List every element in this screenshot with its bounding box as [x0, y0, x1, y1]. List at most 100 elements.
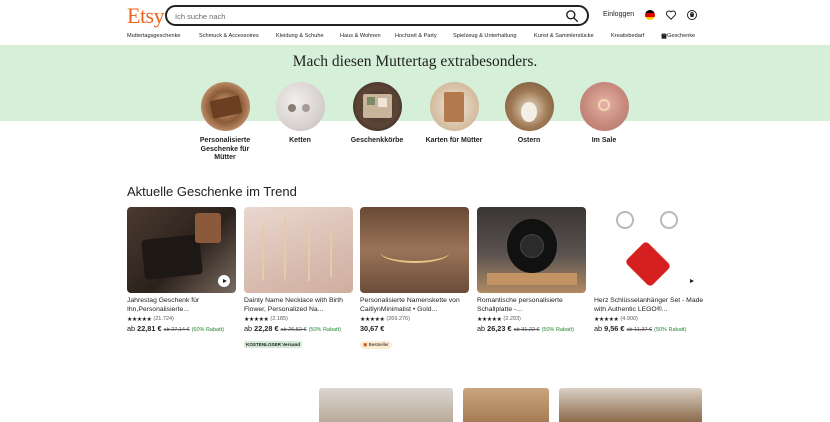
product-rating: ★★★★★ (2.185): [244, 315, 354, 323]
price-value: 22,81 €: [137, 324, 162, 333]
price-value: 26,23 €: [487, 324, 512, 333]
category-nav: Muttertagsgeschenke Schmuck & Accessoire…: [127, 33, 707, 43]
star-icon: ★★★★★: [594, 316, 619, 323]
star-icon: ★★★★★: [244, 316, 269, 323]
product-rating: ★★★★★ (4.900): [594, 315, 704, 323]
product-image[interactable]: [127, 207, 236, 293]
price-value: 9,56 €: [604, 324, 625, 333]
category-label: Ketten: [289, 137, 311, 144]
next-section-image[interactable]: [463, 388, 549, 422]
price-value: 22,28 €: [254, 324, 279, 333]
review-count: (4.900): [620, 316, 638, 322]
product-title[interactable]: Herz Schlüsselanhänger Set - Made with A…: [594, 296, 704, 314]
nav-item-kreativbedarf[interactable]: Kreativbedarf: [611, 33, 644, 39]
nav-item-muttertagsgeschenke[interactable]: Muttertagsgeschenke: [127, 33, 180, 39]
heart-icon[interactable]: [665, 9, 677, 21]
category-image-sale[interactable]: [579, 82, 629, 131]
product-title[interactable]: Jahrestag Geschenk für Ihn,Personalisier…: [127, 296, 237, 314]
play-icon[interactable]: [218, 275, 230, 287]
product-price: ab 22,81 € ab 27,14 € (60% Rabatt): [127, 324, 237, 333]
category-personalisierte-geschenke[interactable]: Personalisierte Geschenke für Mütter: [190, 82, 260, 163]
category-ostern[interactable]: Ostern: [494, 82, 564, 146]
nav-item-kleidung[interactable]: Kleidung & Schuhe: [276, 33, 324, 39]
category-im-sale[interactable]: Im Sale: [569, 82, 639, 146]
play-icon[interactable]: [685, 275, 697, 287]
category-label: Geschenkkörbe: [350, 137, 404, 144]
product-title[interactable]: Personalisierte Namenskette von CaitlynM…: [360, 296, 470, 314]
header: Etsy Einloggen: [0, 0, 830, 30]
nav-item-haus[interactable]: Haus & Wohnen: [340, 33, 381, 39]
old-price: ab 31,22 €: [513, 327, 540, 333]
category-karten[interactable]: Karten für Mütter: [419, 82, 489, 146]
product-title[interactable]: Dainty Name Necklace with Birth Flower, …: [244, 296, 354, 314]
product-price: ab 9,56 € ab 11,37 € (50% Rabatt): [594, 324, 704, 333]
category-geschenkkoerbe[interactable]: Geschenkkörbe: [342, 82, 412, 146]
search-bar[interactable]: [165, 5, 589, 26]
product-title[interactable]: Romantische personalisierte Schallplatte…: [477, 296, 587, 314]
nav-item-geschenke-label: Geschenke: [667, 33, 696, 39]
review-count: (21.724): [153, 316, 174, 322]
product-image[interactable]: [477, 207, 586, 293]
old-price: ab 26,52 €: [280, 327, 307, 333]
product-price: ab 22,28 € ab 26,52 € (50% Rabatt): [244, 324, 354, 333]
category-image-personalisiert[interactable]: [200, 82, 250, 131]
old-price: ab 27,14 €: [163, 327, 190, 333]
product-card[interactable]: Personalisierte Namenskette von CaitlynM…: [360, 207, 470, 351]
product-image[interactable]: [244, 207, 353, 293]
hero-title: Mach diesen Muttertag extrabesonders.: [292, 53, 538, 70]
category-ketten[interactable]: Ketten: [265, 82, 335, 146]
category-label: Personalisierte Geschenke für Mütter: [199, 137, 251, 161]
discount: (50% Rabatt): [308, 327, 341, 333]
next-section-image[interactable]: [319, 388, 453, 422]
product-image[interactable]: [360, 207, 469, 293]
bestseller-label: Bestseller: [368, 342, 389, 347]
star-icon: ★★★★★: [127, 316, 152, 323]
discount: (60% Rabatt): [191, 327, 224, 333]
review-count: (269.276): [386, 316, 410, 322]
signin-link[interactable]: Einloggen: [603, 11, 634, 18]
product-rating: ★★★★★ (269.276): [360, 315, 470, 323]
nav-item-spielzeug[interactable]: Spielzeug & Unterhaltung: [453, 33, 516, 39]
price-prefix: ab: [244, 324, 253, 333]
discount: (50% Rabatt): [541, 327, 574, 333]
price-value: 30,67 €: [360, 324, 385, 333]
category-image-ketten[interactable]: [275, 82, 325, 131]
search-input[interactable]: [175, 9, 555, 23]
category-image-geschenkkoerbe[interactable]: [352, 82, 402, 131]
etsy-logo[interactable]: Etsy: [127, 3, 165, 29]
category-label: Im Sale: [591, 137, 617, 144]
section-title-trending: Aktuelle Geschenke im Trend: [127, 184, 297, 199]
discount: (50% Rabatt): [654, 327, 687, 333]
category-label: Ostern: [517, 137, 541, 144]
product-price: ab 26,23 € ab 31,22 € (50% Rabatt): [477, 324, 587, 333]
bestseller-icon: ▣: [363, 342, 368, 347]
product-card[interactable]: Dainty Name Necklace with Birth Flower, …: [244, 207, 354, 351]
star-icon: ★★★★★: [477, 316, 502, 323]
search-icon[interactable]: [565, 9, 579, 23]
product-card[interactable]: Jahrestag Geschenk für Ihn,Personalisier…: [127, 207, 237, 333]
free-shipping-badge: KOSTENLOSER Versand: [244, 341, 303, 348]
nav-item-hochzeit[interactable]: Hochzeit & Party: [395, 33, 437, 39]
old-price: ab 11,37 €: [626, 327, 653, 333]
category-image-ostern[interactable]: [504, 82, 554, 131]
product-card[interactable]: Herz Schlüsselanhänger Set - Made with A…: [594, 207, 704, 333]
cart-icon[interactable]: [686, 9, 698, 21]
next-section-image[interactable]: [559, 388, 702, 422]
star-icon: ★★★★★: [360, 316, 385, 323]
price-prefix: ab: [594, 324, 603, 333]
nav-item-kunst[interactable]: Kunst & Sammlerstücke: [534, 33, 594, 39]
product-card[interactable]: Romantische personalisierte Schallplatte…: [477, 207, 587, 333]
nav-item-geschenke[interactable]: Geschenke: [661, 33, 695, 41]
nav-item-schmuck[interactable]: Schmuck & Accessoires: [199, 33, 259, 39]
price-prefix: ab: [127, 324, 136, 333]
product-image[interactable]: [594, 207, 703, 293]
flag-de-icon[interactable]: [645, 10, 655, 20]
review-count: (2.293): [503, 316, 521, 322]
review-count: (2.185): [270, 316, 288, 322]
product-rating: ★★★★★ (21.724): [127, 315, 237, 323]
bestseller-badge: ▣ Bestseller: [360, 341, 392, 349]
product-price: 30,67 €: [360, 324, 470, 333]
price-prefix: ab: [477, 324, 486, 333]
category-image-karten[interactable]: [429, 82, 479, 131]
category-label: Karten für Mütter: [425, 137, 483, 144]
